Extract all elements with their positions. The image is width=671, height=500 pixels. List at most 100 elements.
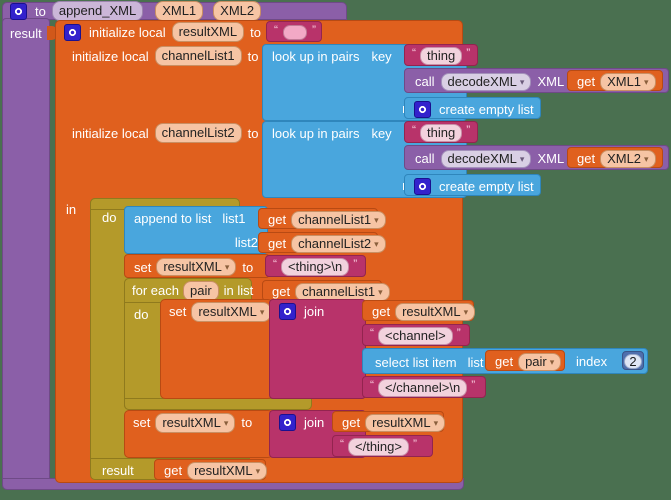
- gear-icon[interactable]: [64, 23, 81, 41]
- open-quote-icon: “: [412, 123, 416, 137]
- result-get-var-field[interactable]: resultXML ▾: [187, 461, 268, 480]
- gear-icon[interactable]: [279, 414, 296, 431]
- join-arg4-text-channel-close[interactable]: “ </channel>\n ”: [362, 376, 486, 398]
- get-channelList1-block-append[interactable]: get channelList1 ▾: [258, 208, 386, 229]
- lookup1-key-text-field[interactable]: thing: [420, 47, 463, 65]
- math-number-field[interactable]: 2: [624, 354, 642, 369]
- join2-arg1-get-resultXML[interactable]: get resultXML ▾: [332, 411, 446, 432]
- chevron-down-icon[interactable]: ▾: [644, 77, 649, 87]
- append-get1-var-name: channelList1: [298, 211, 372, 227]
- set-foreach-var-name: resultXML: [198, 303, 257, 319]
- select-index-label: index: [576, 353, 608, 369]
- chevron-down-icon[interactable]: ▾: [374, 215, 379, 225]
- lookup2-key-text-field[interactable]: thing: [420, 124, 463, 142]
- foreach-get-var-field[interactable]: channelList1 ▾: [295, 282, 390, 301]
- get1-var-field[interactable]: XML1 ▾: [600, 72, 656, 91]
- set2-var-name: resultXML: [162, 414, 221, 430]
- append-get1-label: get: [268, 212, 287, 227]
- for-each-do-label: do: [134, 306, 149, 322]
- local2-name-field[interactable]: channelList1: [154, 46, 242, 66]
- lookup1-key-row: look up in pairs key: [268, 44, 396, 68]
- set-foreach-var-field[interactable]: resultXML ▾: [191, 301, 272, 322]
- gear-icon[interactable]: [414, 100, 431, 118]
- append-list1-label: list1: [222, 210, 246, 226]
- lookup2-key-label: key: [371, 125, 392, 141]
- select-index-row: index: [572, 348, 611, 374]
- join-arg2-text-channel-open[interactable]: “ <channel> ”: [362, 324, 470, 346]
- call2-proc-field[interactable]: decodeXML ▾: [440, 149, 532, 168]
- gear-icon[interactable]: [279, 303, 296, 320]
- select-get-var-field[interactable]: pair ▾: [518, 352, 562, 371]
- gear-icon[interactable]: [414, 177, 431, 195]
- set1-var-field[interactable]: resultXML ▾: [156, 258, 237, 276]
- local1-init-label: initialize local: [89, 24, 166, 40]
- procedure-result-row: result: [6, 24, 46, 42]
- get2-var-field[interactable]: XML2 ▾: [600, 149, 656, 168]
- join2-arg1-var-name: resultXML: [372, 414, 431, 430]
- join-arg1-get-label: get: [372, 304, 391, 319]
- join-arg1-var-field[interactable]: resultXML ▾: [395, 302, 476, 321]
- get-resultXML-block-result[interactable]: get resultXML ▾: [154, 459, 268, 480]
- join-arg4-text-field[interactable]: </channel>\n: [378, 379, 468, 397]
- local3-init-label: initialize local: [72, 125, 149, 141]
- join-arg1-get-resultXML[interactable]: get resultXML ▾: [362, 300, 476, 321]
- chevron-down-icon[interactable]: ▾: [644, 154, 649, 164]
- chevron-down-icon[interactable]: ▾: [378, 287, 383, 297]
- chevron-down-icon[interactable]: ▾: [374, 239, 379, 249]
- get-channelList2-block-append[interactable]: get channelList2 ▾: [258, 232, 386, 253]
- chevron-down-icon[interactable]: ▾: [434, 418, 439, 428]
- lookup2-key-text-block[interactable]: “ thing ”: [404, 121, 478, 143]
- local1-name-field[interactable]: resultXML: [171, 22, 245, 42]
- chevron-down-icon[interactable]: ▾: [464, 307, 469, 317]
- chevron-down-icon[interactable]: ▾: [260, 307, 265, 318]
- get-pair-block[interactable]: get pair ▾: [485, 350, 565, 371]
- close-quote-icon: ”: [353, 257, 358, 271]
- append-get2-var-field[interactable]: channelList2 ▾: [291, 234, 386, 253]
- gear-icon[interactable]: [10, 2, 27, 20]
- join-arg2-text-field[interactable]: <channel>: [378, 327, 453, 345]
- call1-label: call: [415, 74, 435, 89]
- procedure-result-label: result: [10, 25, 42, 41]
- foreach-get-var-name: channelList1: [302, 283, 376, 299]
- get-XML1-block[interactable]: get XML1 ▾: [567, 70, 663, 91]
- text-empty-string-block[interactable]: “ ”: [266, 21, 322, 42]
- create-empty-list-block-2[interactable]: create empty list: [404, 174, 541, 196]
- local3-header-row: initialize local channelList2 to: [68, 122, 262, 144]
- set-resultXML-block-1[interactable]: set resultXML ▾ to: [124, 254, 270, 278]
- lookup1-key-text-block[interactable]: “ thing ”: [404, 44, 478, 66]
- create-empty-list-block-1[interactable]: create empty list: [404, 97, 541, 119]
- select-get-var-name: pair: [525, 353, 547, 369]
- set1-text-field[interactable]: <thing>\n: [281, 258, 350, 276]
- append-get1-var-field[interactable]: channelList1 ▾: [291, 210, 386, 229]
- math-number-block-index[interactable]: 2: [622, 351, 644, 370]
- open-quote-icon: “: [274, 22, 278, 37]
- chevron-down-icon[interactable]: ▾: [224, 418, 229, 429]
- chevron-down-icon[interactable]: ▾: [520, 77, 525, 87]
- chevron-down-icon[interactable]: ▾: [256, 466, 261, 476]
- procedure-param-0[interactable]: XML1: [155, 1, 204, 21]
- set2-var-field[interactable]: resultXML ▾: [155, 412, 236, 433]
- text-thing-open-block[interactable]: “ <thing>\n ”: [265, 255, 366, 277]
- set2-row: set resultXML ▾ to: [130, 411, 256, 434]
- join2-arg1-get-label: get: [342, 415, 361, 430]
- local3-name-field[interactable]: channelList2: [154, 123, 242, 143]
- join2-arg2-text-field[interactable]: </thing>: [348, 438, 409, 456]
- set2-label: set: [133, 415, 151, 430]
- lookup2-key-row: look up in pairs key: [268, 121, 396, 145]
- chevron-down-icon[interactable]: ▾: [225, 263, 230, 272]
- join2-arg1-var-field[interactable]: resultXML ▾: [365, 413, 446, 432]
- procedure-name-field[interactable]: append_XML: [51, 1, 144, 21]
- chevron-down-icon[interactable]: ▾: [550, 357, 555, 367]
- join2-arg2-text-thing-close[interactable]: “ </thing> ”: [332, 435, 433, 457]
- for-each-item-field[interactable]: pair: [182, 280, 219, 301]
- set1-label: set: [134, 259, 152, 275]
- blocks-canvas[interactable]: to append_XML XML1 XML2 result initializ…: [0, 0, 671, 500]
- procedure-param-1[interactable]: XML2: [213, 1, 262, 21]
- text-empty-field[interactable]: [283, 25, 307, 40]
- call1-proc-field[interactable]: decodeXML ▾: [440, 72, 532, 91]
- chevron-down-icon[interactable]: ▾: [520, 154, 525, 164]
- get-XML2-block[interactable]: get XML2 ▾: [567, 147, 663, 168]
- get-channelList1-block-foreach[interactable]: get channelList1 ▾: [262, 280, 390, 301]
- set2-to-label: to: [241, 415, 253, 430]
- create-empty-list-label-2: create empty list: [439, 178, 534, 194]
